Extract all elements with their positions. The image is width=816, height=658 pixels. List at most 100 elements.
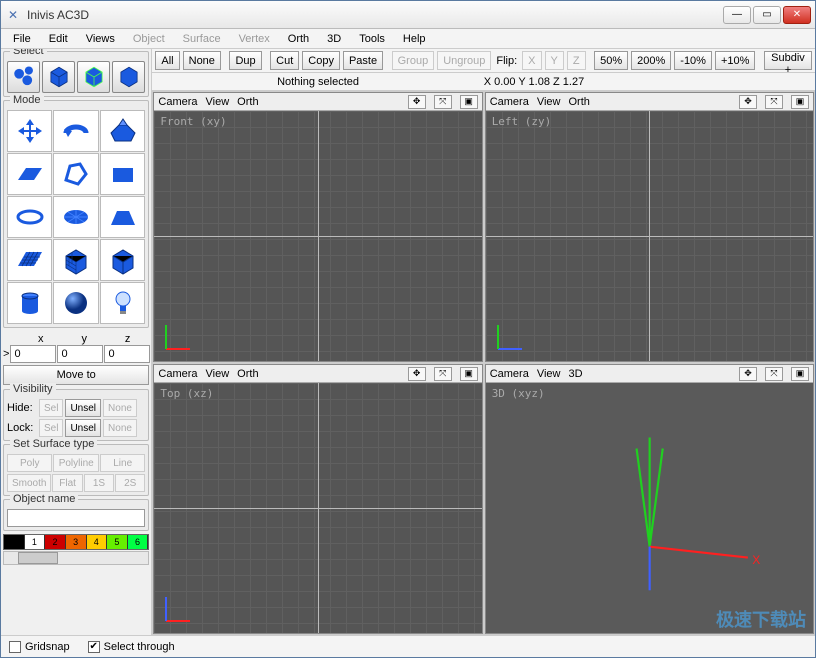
vp-left-canvas[interactable]: Left (zy) [486,111,813,361]
tb-all[interactable]: All [155,51,179,70]
mode-move-icon[interactable] [7,110,52,152]
gridsnap-checkbox[interactable]: Gridsnap [9,641,70,653]
select-vertex-icon[interactable] [7,61,40,93]
vp-view[interactable]: View [206,96,230,108]
vp-orth[interactable]: Orth [568,96,589,108]
tb-200[interactable]: 200% [631,51,671,70]
vp-fit-icon[interactable]: ⤧ [765,95,783,109]
menu-file[interactable]: File [5,31,39,47]
menu-3d[interactable]: 3D [319,31,349,47]
vp-camera[interactable]: Camera [490,368,529,380]
surf-poly-button[interactable]: Poly [7,454,52,472]
vp-camera[interactable]: Camera [158,96,197,108]
hide-sel-button[interactable]: Sel [39,399,63,417]
color-swatch-4[interactable]: 4 [87,535,108,549]
vp-view[interactable]: View [537,368,561,380]
surf-flat-button[interactable]: Flat [52,474,82,492]
tb-flip-x[interactable]: X [522,51,541,70]
selthrough-checkbox[interactable]: ✔ Select through [88,641,175,653]
vp-view[interactable]: View [206,368,230,380]
color-swatch-2[interactable]: 2 [45,535,66,549]
mode-extrude-icon[interactable] [100,110,145,152]
tb-dup[interactable]: Dup [229,51,261,70]
tb-flip-z[interactable]: Z [567,51,586,70]
mode-light-icon[interactable] [100,282,145,324]
vp-max-icon[interactable]: ▣ [791,367,809,381]
tb-ungroup[interactable]: Ungroup [437,51,491,70]
maximize-button[interactable]: ▭ [753,6,781,24]
move-to-button[interactable]: Move to [3,365,149,385]
lock-unsel-button[interactable]: Unsel [65,419,101,437]
mode-grid-icon[interactable] [7,239,52,281]
menu-tools[interactable]: Tools [351,31,393,47]
vp-move-icon[interactable]: ✥ [739,367,757,381]
surf-polyline-button[interactable]: Polyline [53,454,98,472]
color-swatch-5[interactable]: 5 [107,535,128,549]
mode-cube-icon[interactable] [100,239,145,281]
vp-front-canvas[interactable]: Front (xy) [154,111,481,361]
surf-smooth-button[interactable]: Smooth [7,474,51,492]
menu-surface[interactable]: Surface [175,31,229,47]
swatch-scrollbar[interactable] [3,551,149,565]
close-button[interactable]: ✕ [783,6,811,24]
tb-copy[interactable]: Copy [302,51,340,70]
coord-y-input[interactable] [57,345,103,363]
hide-none-button[interactable]: None [103,399,137,417]
tb-subdiv[interactable]: Subdiv + [764,51,812,70]
tb-group[interactable]: Group [392,51,435,70]
vp-camera[interactable]: Camera [158,368,197,380]
minimize-button[interactable]: — [723,6,751,24]
mode-disc-icon[interactable] [53,196,98,238]
menu-edit[interactable]: Edit [41,31,76,47]
mode-ellipse-icon[interactable] [7,196,52,238]
menu-orth[interactable]: Orth [280,31,317,47]
vp-fit-icon[interactable]: ⤧ [434,367,452,381]
lock-sel-button[interactable]: Sel [39,419,63,437]
vp-fit-icon[interactable]: ⤧ [434,95,452,109]
tb-flip-y[interactable]: Y [545,51,564,70]
color-swatch-1[interactable]: 1 [25,535,46,549]
select-surface-icon[interactable] [42,61,75,93]
vp-max-icon[interactable]: ▣ [460,95,478,109]
vp-max-icon[interactable]: ▣ [460,367,478,381]
coord-z-input[interactable] [104,345,150,363]
color-swatch-3[interactable]: 3 [66,535,87,549]
menu-views[interactable]: Views [78,31,123,47]
tb-m10[interactable]: -10% [674,51,712,70]
select-object-icon[interactable] [77,61,110,93]
mode-rect-icon[interactable] [100,153,145,195]
vp-move-icon[interactable]: ✥ [408,95,426,109]
vp-camera[interactable]: Camera [490,96,529,108]
menu-object[interactable]: Object [125,31,173,47]
coord-x-input[interactable] [10,345,56,363]
surf-line-button[interactable]: Line [100,454,145,472]
lock-none-button[interactable]: None [103,419,137,437]
vp-orth[interactable]: Orth [237,368,258,380]
mode-box-icon[interactable] [53,239,98,281]
vp-max-icon[interactable]: ▣ [791,95,809,109]
mode-cylinder-icon[interactable] [7,282,52,324]
tb-cut[interactable]: Cut [270,51,299,70]
vp-top-canvas[interactable]: Top (xz) [154,383,481,633]
menu-vertex[interactable]: Vertex [231,31,278,47]
tb-none[interactable]: None [183,51,221,70]
vp-move-icon[interactable]: ✥ [739,95,757,109]
mode-rotate-icon[interactable] [53,110,98,152]
vp-move-icon[interactable]: ✥ [408,367,426,381]
objname-input[interactable] [7,509,145,527]
tb-p10[interactable]: +10% [715,51,755,70]
vp-view[interactable]: View [537,96,561,108]
mode-trapezoid-icon[interactable] [100,196,145,238]
select-group-icon[interactable] [112,61,145,93]
color-swatch-0[interactable] [4,535,25,549]
menu-help[interactable]: Help [395,31,434,47]
tb-paste[interactable]: Paste [343,51,383,70]
tb-50[interactable]: 50% [594,51,628,70]
mode-sphere-icon[interactable] [53,282,98,324]
vp-orth[interactable]: Orth [237,96,258,108]
surf-1s-button[interactable]: 1S [84,474,114,492]
mode-poly-icon[interactable] [53,153,98,195]
hide-unsel-button[interactable]: Unsel [65,399,101,417]
color-swatch-6[interactable]: 6 [128,535,149,549]
vp-3d-canvas[interactable]: 3D (xyz) X [486,383,813,633]
